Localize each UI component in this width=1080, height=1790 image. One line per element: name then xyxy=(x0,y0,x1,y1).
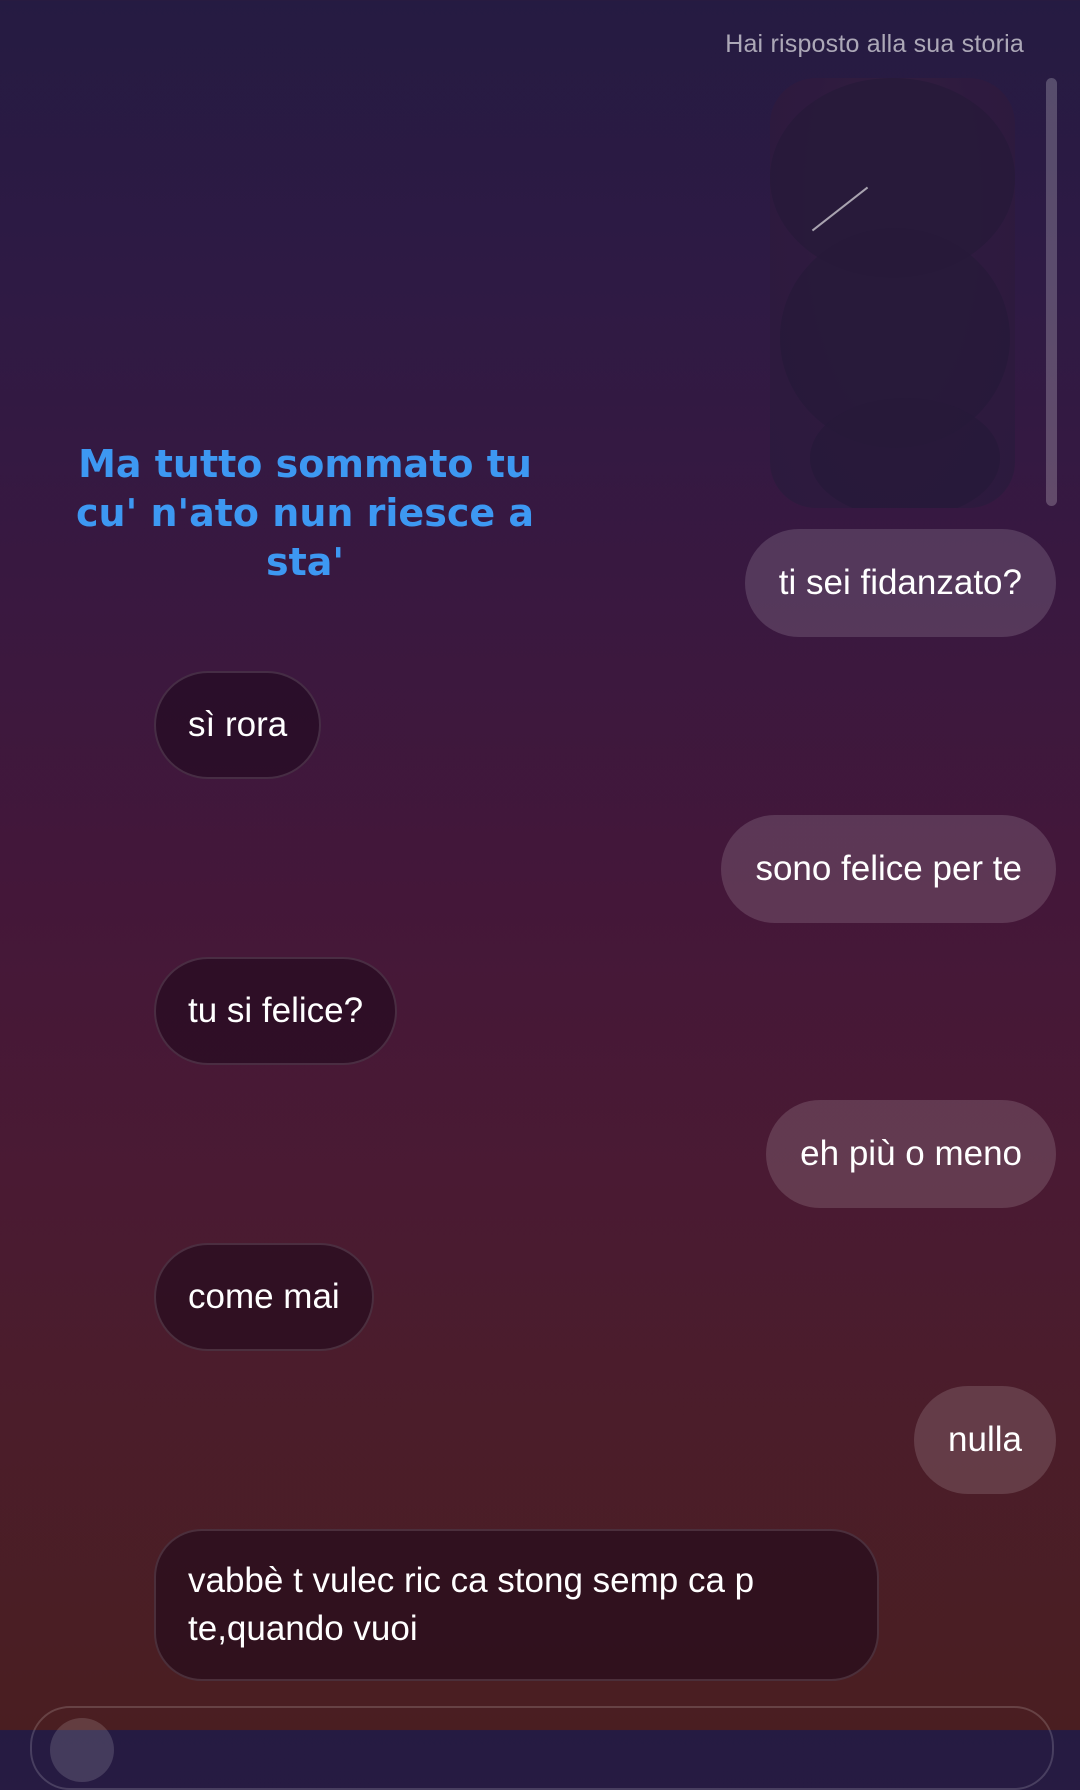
message-composer[interactable] xyxy=(30,1706,1054,1790)
scroll-indicator[interactable] xyxy=(1046,78,1057,506)
chat-thread: Hai risposto alla sua storia Ma tutto so… xyxy=(0,0,1080,1790)
redaction-scribble xyxy=(810,398,1000,508)
message-sent[interactable]: ti sei fidanzato? xyxy=(744,529,1056,637)
message-received[interactable]: tu si felice? xyxy=(154,957,398,1065)
story-thumbnail[interactable] xyxy=(770,78,1015,508)
message-received[interactable]: come mai xyxy=(154,1243,374,1351)
message-received[interactable]: vabbè t vulec ric ca stong semp ca p te,… xyxy=(154,1529,879,1681)
message-sent[interactable]: sono felice per te xyxy=(721,815,1056,923)
message-sent[interactable]: nulla xyxy=(914,1386,1056,1494)
story-reply-caption: Hai risposto alla sua storia xyxy=(725,30,1024,58)
camera-button[interactable] xyxy=(50,1718,114,1782)
story-text-overlay: Ma tutto sommato tu cu' n'ato nun riesce… xyxy=(76,442,534,584)
message-sent[interactable]: eh più o meno xyxy=(766,1100,1056,1208)
message-received[interactable]: sì rora xyxy=(154,671,322,779)
